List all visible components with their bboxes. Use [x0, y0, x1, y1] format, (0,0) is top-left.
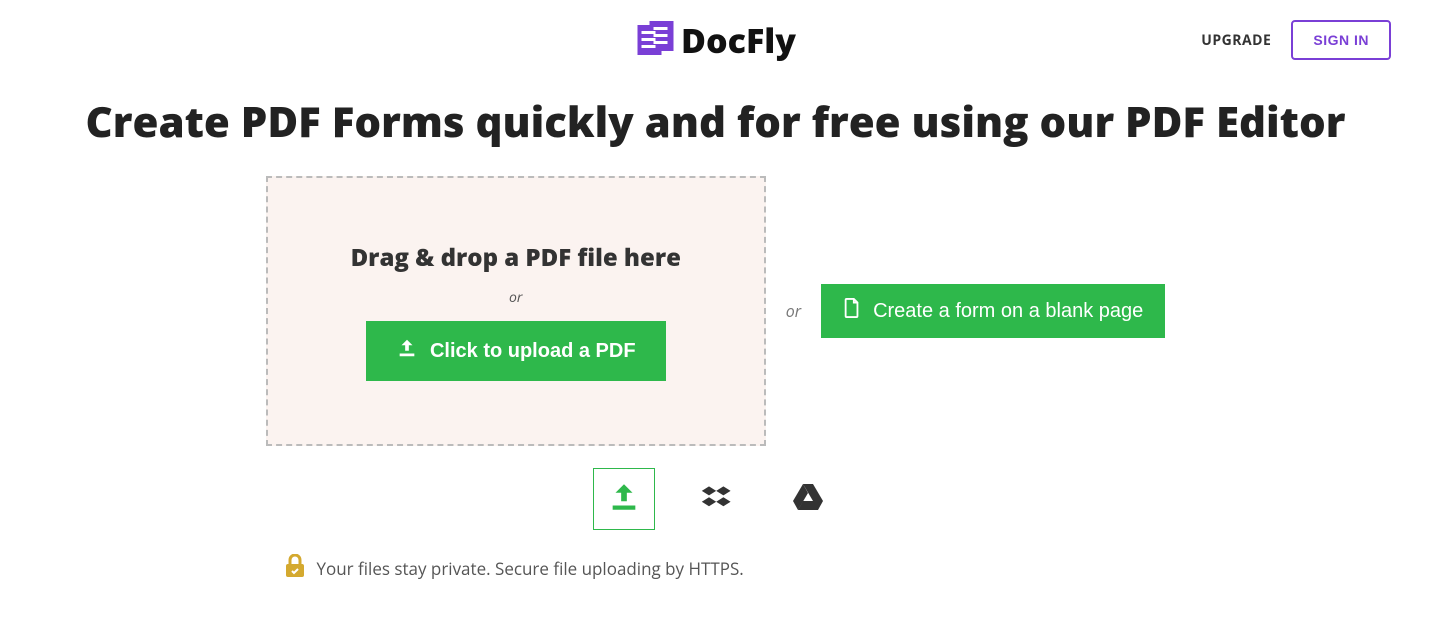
signin-button[interactable]: SIGN IN: [1291, 20, 1391, 60]
dropbox-icon: [700, 481, 732, 518]
source-dropbox-button[interactable]: [685, 468, 747, 530]
secure-message-row: Your files stay private. Secure file upl…: [281, 554, 1151, 583]
brand-name: DocFly: [681, 17, 796, 63]
docfly-logo-icon: [635, 21, 675, 59]
create-blank-label: Create a form on a blank page: [873, 300, 1143, 323]
source-row: [0, 468, 1431, 530]
file-dropzone[interactable]: Drag & drop a PDF file here or Click to …: [266, 176, 766, 446]
upload-button[interactable]: Click to upload a PDF: [366, 321, 666, 381]
lock-icon: [285, 554, 305, 583]
nav-right: UPGRADE SIGN IN: [1201, 20, 1391, 60]
header: DocFly UPGRADE SIGN IN: [0, 0, 1431, 70]
page-title: Create PDF Forms quickly and for free us…: [0, 98, 1431, 146]
upgrade-link[interactable]: UPGRADE: [1201, 31, 1271, 50]
secure-message: Your files stay private. Secure file upl…: [317, 557, 744, 580]
logo[interactable]: DocFly: [635, 17, 796, 63]
blank-section: or Create a form on a blank page: [786, 284, 1166, 338]
upload-computer-icon: [607, 480, 641, 519]
main-row: Drag & drop a PDF file here or Click to …: [0, 176, 1431, 446]
upload-icon: [396, 337, 418, 365]
dropzone-title: Drag & drop a PDF file here: [351, 241, 681, 274]
google-drive-icon: [792, 482, 824, 517]
or-divider: or: [786, 300, 801, 322]
dropzone-or: or: [509, 288, 522, 307]
upload-button-label: Click to upload a PDF: [430, 340, 636, 363]
create-blank-button[interactable]: Create a form on a blank page: [821, 284, 1165, 338]
file-icon: [843, 298, 861, 324]
source-gdrive-button[interactable]: [777, 468, 839, 530]
source-computer-button[interactable]: [593, 468, 655, 530]
